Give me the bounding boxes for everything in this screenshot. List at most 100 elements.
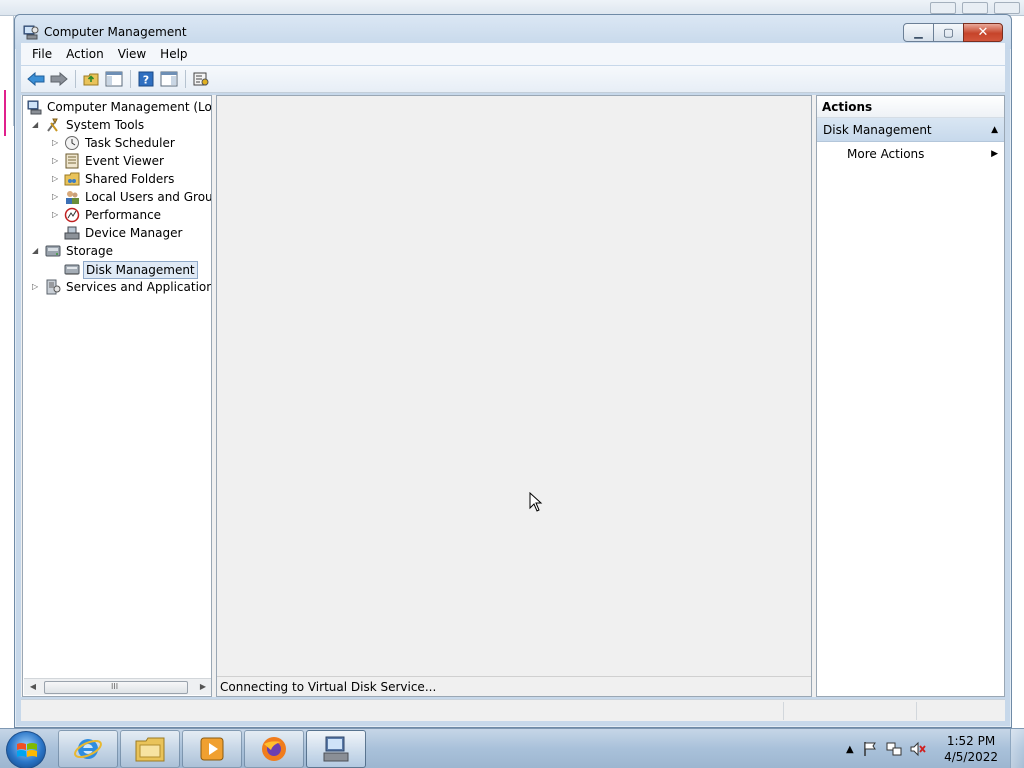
tree-rows: Computer Management (Local ◢ System Tool… xyxy=(23,98,212,296)
tree-item-local-users-and-groups[interactable]: ▷ Local Users and Groups xyxy=(23,188,211,206)
show-hide-action-pane-icon xyxy=(160,71,178,87)
show-hide-action-pane-button[interactable] xyxy=(158,68,180,90)
show-hidden-icons-icon[interactable]: ▲ xyxy=(846,744,854,755)
volume-muted-icon[interactable] xyxy=(910,741,926,757)
event-viewer-icon xyxy=(65,153,79,169)
background-minimize-button[interactable] xyxy=(930,2,956,14)
taskbar-firefox[interactable] xyxy=(244,730,304,768)
scroll-left-arrow-icon[interactable]: ◀ xyxy=(26,681,40,693)
firefox-icon xyxy=(262,737,286,761)
toolbar-separator xyxy=(185,70,186,88)
background-maximize-button[interactable] xyxy=(962,2,988,14)
status-bar-section xyxy=(916,702,917,720)
taskbar-computer-management[interactable] xyxy=(306,730,366,768)
status-bar-section xyxy=(783,702,784,720)
network-icon[interactable] xyxy=(886,741,902,757)
window-title: Computer Management xyxy=(44,25,187,39)
clock[interactable]: 1:52 PM 4/5/2022 xyxy=(944,733,998,765)
back-button[interactable] xyxy=(25,68,47,90)
menu-view[interactable]: View xyxy=(111,45,153,63)
background-window-edge xyxy=(0,16,14,136)
status-bar xyxy=(21,699,1005,721)
actions-section-disk-management[interactable]: Disk Management ▲ xyxy=(817,118,1004,142)
disk-management-icon xyxy=(64,264,80,275)
clock-icon xyxy=(65,136,79,150)
close-button[interactable]: ✕ xyxy=(963,23,1003,42)
show-desktop-button[interactable] xyxy=(1010,729,1024,768)
tree-item-label: Storage xyxy=(66,244,113,258)
start-button[interactable] xyxy=(6,731,46,768)
collapse-up-icon[interactable]: ▲ xyxy=(991,118,998,142)
tree-horizontal-scrollbar[interactable]: ◀ III ▶ xyxy=(24,678,211,695)
scrollbar-grip: III xyxy=(111,682,119,691)
help-icon: ? xyxy=(138,71,154,87)
menu-action[interactable]: Action xyxy=(59,45,111,63)
tree-item-label: Event Viewer xyxy=(85,154,164,168)
more-actions-item[interactable]: More Actions ▶ xyxy=(817,142,1004,166)
minimize-button[interactable]: ▁ xyxy=(903,23,934,42)
tree-item-label: Performance xyxy=(85,208,162,222)
tree-item-label: Computer Management (Local xyxy=(47,100,212,114)
tree-item-disk-management[interactable]: Disk Management xyxy=(23,260,211,279)
disk-management-pane: Connecting to Virtual Disk Service... xyxy=(216,95,812,697)
menu-bar: File Action View Help xyxy=(21,43,1005,65)
collapsed-arrow-icon[interactable]: ▷ xyxy=(52,173,62,185)
show-hide-console-tree-button[interactable] xyxy=(103,68,125,90)
computer-management-icon xyxy=(27,100,42,115)
toolbar: ? xyxy=(21,66,1005,93)
forward-arrow-icon xyxy=(50,72,68,86)
forward-button[interactable] xyxy=(48,68,70,90)
performance-icon xyxy=(64,207,80,223)
menu-file[interactable]: File xyxy=(25,45,59,63)
tree-item-label: Task Scheduler xyxy=(85,136,175,150)
properties-button[interactable] xyxy=(190,68,212,90)
taskbar-internet-explorer[interactable] xyxy=(58,730,118,768)
expanded-arrow-icon[interactable]: ◢ xyxy=(32,245,42,257)
tree-item-storage[interactable]: ◢ Storage xyxy=(23,242,211,260)
media-player-icon xyxy=(200,737,224,761)
tree-item-shared-folders[interactable]: ▷ Shared Folders xyxy=(23,170,211,188)
taskbar-media-player[interactable] xyxy=(182,730,242,768)
tree-item-computer-management[interactable]: Computer Management (Local xyxy=(23,98,212,116)
system-tray: ▲ 1:52 PM 4/5/2022 xyxy=(838,729,1024,768)
window-controls: ▁ ▢ ✕ xyxy=(903,23,1003,42)
help-button[interactable]: ? xyxy=(135,68,157,90)
actions-header: Actions xyxy=(817,96,1004,118)
tray-icons: ▲ xyxy=(838,741,926,757)
tree-item-task-scheduler[interactable]: ▷ Task Scheduler xyxy=(23,134,211,152)
computer-management-icon xyxy=(323,736,349,762)
collapsed-arrow-icon[interactable]: ▷ xyxy=(32,281,42,293)
background-window-controls xyxy=(930,2,1020,14)
collapsed-arrow-icon[interactable]: ▷ xyxy=(52,191,62,203)
tree-item-event-viewer[interactable]: ▷ Event Viewer xyxy=(23,152,211,170)
taskbar: ▲ 1:52 PM 4/5/2022 xyxy=(0,728,1024,768)
action-center-flag-icon[interactable] xyxy=(862,741,878,757)
expanded-arrow-icon[interactable]: ◢ xyxy=(32,119,42,131)
collapsed-arrow-icon[interactable]: ▷ xyxy=(52,137,62,149)
more-actions-label: More Actions xyxy=(847,147,925,161)
collapsed-arrow-icon[interactable]: ▷ xyxy=(52,209,62,221)
center-status-text: Connecting to Virtual Disk Service... xyxy=(217,676,811,696)
tree-item-label: Disk Management xyxy=(83,261,198,279)
toolbar-separator xyxy=(130,70,131,88)
up-one-level-button[interactable] xyxy=(80,68,102,90)
tree-item-system-tools[interactable]: ◢ System Tools xyxy=(23,116,211,134)
tree-item-label: System Tools xyxy=(66,118,145,132)
maximize-button[interactable]: ▢ xyxy=(933,23,964,42)
tree-item-label: Shared Folders xyxy=(85,172,175,186)
device-manager-icon xyxy=(64,226,80,240)
svg-text:?: ? xyxy=(143,74,149,87)
background-close-button[interactable] xyxy=(994,2,1020,14)
show-hide-console-tree-icon xyxy=(105,71,123,87)
tree-item-performance[interactable]: ▷ Performance xyxy=(23,206,211,224)
back-arrow-icon xyxy=(27,72,45,86)
scrollbar-thumb[interactable]: III xyxy=(44,681,188,694)
users-icon xyxy=(66,191,79,204)
tree-item-device-manager[interactable]: Device Manager xyxy=(23,224,211,242)
tree-item-services-and-applications[interactable]: ▷ Services and Applications xyxy=(23,278,211,296)
scroll-right-arrow-icon[interactable]: ▶ xyxy=(196,681,210,693)
system-tools-icon xyxy=(47,118,58,132)
menu-help[interactable]: Help xyxy=(153,45,194,63)
taskbar-windows-explorer[interactable] xyxy=(120,730,180,768)
collapsed-arrow-icon[interactable]: ▷ xyxy=(52,155,62,167)
